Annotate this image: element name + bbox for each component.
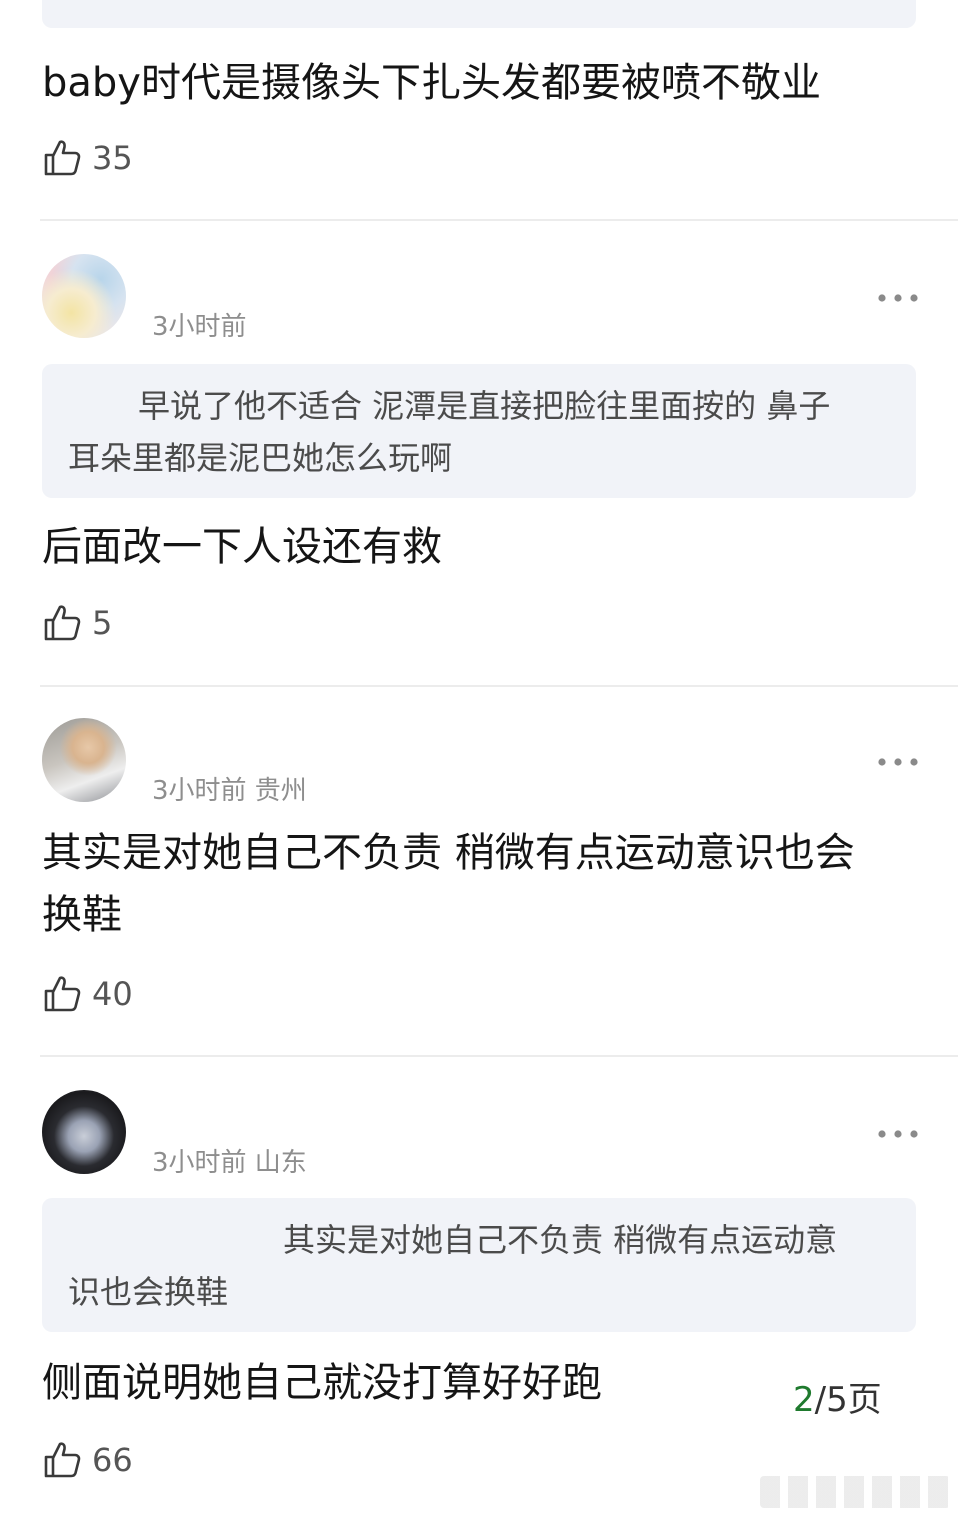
comment-text-1: baby时代是摄像头下扎头发都要被喷不敬业 — [42, 60, 821, 106]
comment-meta-2: 3小时前 — [152, 312, 247, 342]
page-indicator: 2/5页 — [793, 1376, 882, 1424]
thumbs-up-icon — [44, 605, 81, 641]
page-current: 2 — [793, 1380, 815, 1420]
avatar-2[interactable] — [42, 718, 126, 802]
quoted-comment-4[interactable]: 其实是对她自己不负责 稍微有点运动意 识也会换鞋 — [42, 1198, 916, 1332]
avatar-1[interactable] — [42, 254, 126, 338]
thumbs-up-icon — [44, 1442, 81, 1478]
thumbs-up-icon — [44, 140, 81, 176]
previous-quote-box-edge — [42, 0, 916, 28]
comment-text-3: 其实是对她自己不负责 稍微有点运动意识也会 换鞋 — [42, 830, 855, 938]
comment-text-2: 后面改一下人设还有救 — [42, 524, 442, 570]
like-button-1[interactable]: 35 — [42, 136, 133, 180]
quote-line-1: 其实是对她自己不负责 稍微有点运动意 — [283, 1221, 838, 1259]
like-count-1: 35 — [92, 139, 133, 177]
like-button-2[interactable]: 5 — [42, 601, 112, 645]
quote-line-1: 早说了他不适合 泥潭是直接把脸往里面按的 鼻子 — [138, 387, 831, 425]
like-count-2: 5 — [92, 604, 113, 642]
more-dots-icon[interactable] — [876, 752, 920, 772]
comment-meta-4: 3小时前 山东 — [152, 1148, 307, 1178]
watermark — [760, 1476, 950, 1508]
divider-2 — [40, 685, 958, 687]
like-count-3: 40 — [92, 975, 133, 1013]
comment-meta-3: 3小时前 贵州 — [152, 776, 307, 806]
divider-3 — [40, 1055, 958, 1057]
quote-line-2: 识也会换鞋 — [68, 1273, 229, 1311]
quote-line-2: 耳朵里都是泥巴她怎么玩啊 — [68, 439, 453, 477]
like-button-3[interactable]: 40 — [42, 972, 133, 1016]
quoted-comment-2[interactable]: 早说了他不适合 泥潭是直接把脸往里面按的 鼻子 耳朵里都是泥巴她怎么玩啊 — [42, 364, 916, 498]
more-dots-icon[interactable] — [876, 288, 920, 308]
more-dots-icon[interactable] — [876, 1124, 920, 1144]
divider-1 — [40, 219, 958, 221]
page-total: /5页 — [814, 1380, 882, 1420]
comment-text-4: 侧面说明她自己就没打算好好跑 — [42, 1360, 602, 1406]
thumbs-up-icon — [44, 976, 81, 1012]
avatar-3[interactable] — [42, 1090, 126, 1174]
like-count-4: 66 — [92, 1441, 133, 1479]
like-button-4[interactable]: 66 — [42, 1438, 133, 1482]
